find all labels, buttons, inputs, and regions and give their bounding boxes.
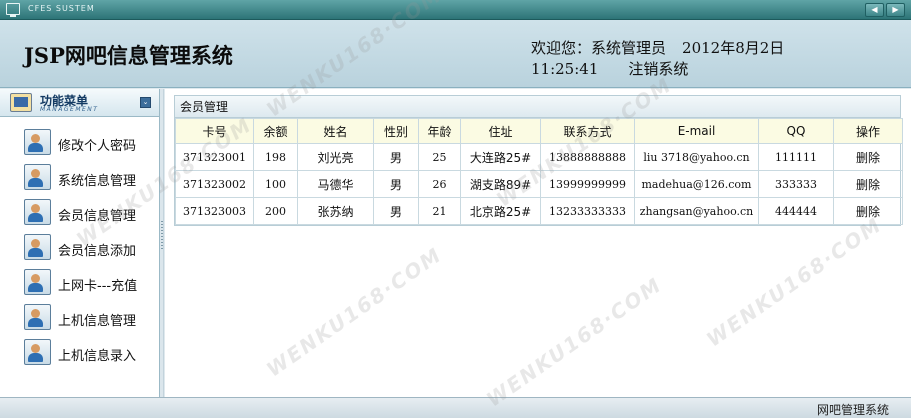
gender-cell: 男 xyxy=(373,197,419,225)
column-header: 卡号 xyxy=(175,118,254,144)
card-number-cell: 371323003 xyxy=(175,197,254,225)
menu-list: 修改个人密码 系统信息管理 会员信息管理 会员信息添加 上网卡---充值 上机信… xyxy=(0,117,159,374)
panel-title: 会员管理 xyxy=(175,96,900,118)
system-label: CFES SUSTEM xyxy=(28,4,95,13)
collapse-icon[interactable]: ⌄ xyxy=(140,97,151,108)
balance-cell: 198 xyxy=(253,143,298,171)
age-cell: 25 xyxy=(418,143,461,171)
qq-cell: 333333 xyxy=(758,170,834,198)
app-header: JSP网吧信息管理系统 欢迎您：系统管理员 2012年8月2日 11:25:41 注… xyxy=(0,20,911,88)
column-header: 操作 xyxy=(833,118,903,144)
sidebar-item-label: 会员信息添加 xyxy=(58,244,137,259)
gender-cell: 男 xyxy=(373,170,419,198)
status-bar: 网吧管理系统 xyxy=(0,397,911,418)
current-time: 11:25:41 xyxy=(531,60,599,78)
window-title-bar: CFES SUSTEM ◀ ▶ xyxy=(0,0,911,20)
column-header: E-mail xyxy=(634,118,759,144)
menu-subtitle: MANAGEMENT xyxy=(40,106,99,113)
sidebar-item-member-manage[interactable]: 会员信息管理 xyxy=(0,199,159,234)
phone-cell: 13999999999 xyxy=(540,170,635,198)
user-icon xyxy=(24,199,51,225)
menu-header: 功能菜单 MANAGEMENT ⌄ xyxy=(0,89,159,117)
column-header: 性别 xyxy=(373,118,419,144)
delete-link[interactable]: 删除 xyxy=(833,170,903,198)
window-nav-buttons: ◀ ▶ xyxy=(865,3,905,17)
column-header: 住址 xyxy=(460,118,541,144)
sidebar-item-label: 系统信息管理 xyxy=(58,174,137,189)
name-cell: 刘光亮 xyxy=(297,143,374,171)
table-header-row: 卡号 余额 姓名 性别 年龄 住址 联系方式 E-mail QQ 操作 xyxy=(175,118,903,144)
card-number-cell: 371323001 xyxy=(175,143,254,171)
sidebar-item-label: 会员信息管理 xyxy=(58,209,137,224)
main-content: 会员管理 卡号 余额 姓名 性别 年龄 住址 联系方式 E-mail QQ 操作 xyxy=(165,89,911,397)
table-row: 371323002 100 马德华 男 26 湖支路89# 1399999999… xyxy=(175,170,903,198)
table-row: 371323003 200 张苏纳 男 21 北京路25# 1323333333… xyxy=(175,197,903,225)
age-cell: 26 xyxy=(418,170,461,198)
age-cell: 21 xyxy=(418,197,461,225)
delete-link[interactable]: 删除 xyxy=(833,143,903,171)
sidebar-splitter[interactable] xyxy=(160,89,164,397)
sidebar-item-label: 上网卡---充值 xyxy=(58,279,138,294)
sidebar-item-session-manage[interactable]: 上机信息管理 xyxy=(0,304,159,339)
gender-cell: 男 xyxy=(373,143,419,171)
sidebar-item-change-password[interactable]: 修改个人密码 xyxy=(0,129,159,164)
column-header: QQ xyxy=(758,118,834,144)
column-header: 余额 xyxy=(253,118,298,144)
qq-cell: 444444 xyxy=(758,197,834,225)
nav-prev-button[interactable]: ◀ xyxy=(865,3,884,17)
phone-cell: 13233333333 xyxy=(540,197,635,225)
member-table: 卡号 余额 姓名 性别 年龄 住址 联系方式 E-mail QQ 操作 3713… xyxy=(175,118,903,225)
monitor-icon xyxy=(6,3,20,17)
page-title: JSP网吧信息管理系统 xyxy=(24,43,233,68)
sidebar-item-label: 上机信息录入 xyxy=(58,349,137,364)
address-cell: 北京路25# xyxy=(460,197,541,225)
status-text: 网吧管理系统 xyxy=(816,403,889,417)
user-icon xyxy=(24,129,51,155)
name-cell: 马德华 xyxy=(297,170,374,198)
card-number-cell: 371323002 xyxy=(175,170,254,198)
column-header: 联系方式 xyxy=(540,118,635,144)
welcome-area: 欢迎您：系统管理员 2012年8月2日 11:25:41 注销系统 xyxy=(531,38,901,80)
name-cell: 张苏纳 xyxy=(297,197,374,225)
sidebar-item-system-info[interactable]: 系统信息管理 xyxy=(0,164,159,199)
user-icon xyxy=(24,164,51,190)
nav-next-button[interactable]: ▶ xyxy=(886,3,905,17)
welcome-label: 欢迎您： xyxy=(531,39,592,57)
delete-link[interactable]: 删除 xyxy=(833,197,903,225)
address-cell: 湖支路89# xyxy=(460,170,541,198)
user-icon xyxy=(24,234,51,260)
balance-cell: 100 xyxy=(253,170,298,198)
table-row: 371323001 198 刘光亮 男 25 大连路25# 1388888888… xyxy=(175,143,903,171)
logout-link[interactable]: 注销系统 xyxy=(628,60,688,78)
email-cell: madehua@126.com xyxy=(634,170,759,198)
column-header: 姓名 xyxy=(297,118,374,144)
user-icon xyxy=(24,339,51,365)
sidebar-item-card-recharge[interactable]: 上网卡---充值 xyxy=(0,269,159,304)
sidebar-item-label: 上机信息管理 xyxy=(58,314,137,329)
menu-icon xyxy=(10,93,32,112)
current-date: 2012年8月2日 xyxy=(682,39,785,57)
user-icon xyxy=(24,269,51,295)
phone-cell: 13888888888 xyxy=(540,143,635,171)
user-role: 系统管理员 xyxy=(591,39,667,57)
email-cell: zhangsan@yahoo.cn xyxy=(634,197,759,225)
sidebar-item-session-entry[interactable]: 上机信息录入 xyxy=(0,339,159,374)
column-header: 年龄 xyxy=(418,118,461,144)
splitter-grip-icon[interactable] xyxy=(161,221,163,251)
member-panel: 会员管理 卡号 余额 姓名 性别 年龄 住址 联系方式 E-mail QQ 操作 xyxy=(174,95,903,226)
user-icon xyxy=(24,304,51,330)
qq-cell: 111111 xyxy=(758,143,834,171)
sidebar-item-label: 修改个人密码 xyxy=(58,139,137,154)
email-cell: liu 3718@yahoo.cn xyxy=(634,143,759,171)
balance-cell: 200 xyxy=(253,197,298,225)
sidebar: 功能菜单 MANAGEMENT ⌄ 修改个人密码 系统信息管理 会员信息管理 会… xyxy=(0,89,160,397)
sidebar-item-member-add[interactable]: 会员信息添加 xyxy=(0,234,159,269)
address-cell: 大连路25# xyxy=(460,143,541,171)
